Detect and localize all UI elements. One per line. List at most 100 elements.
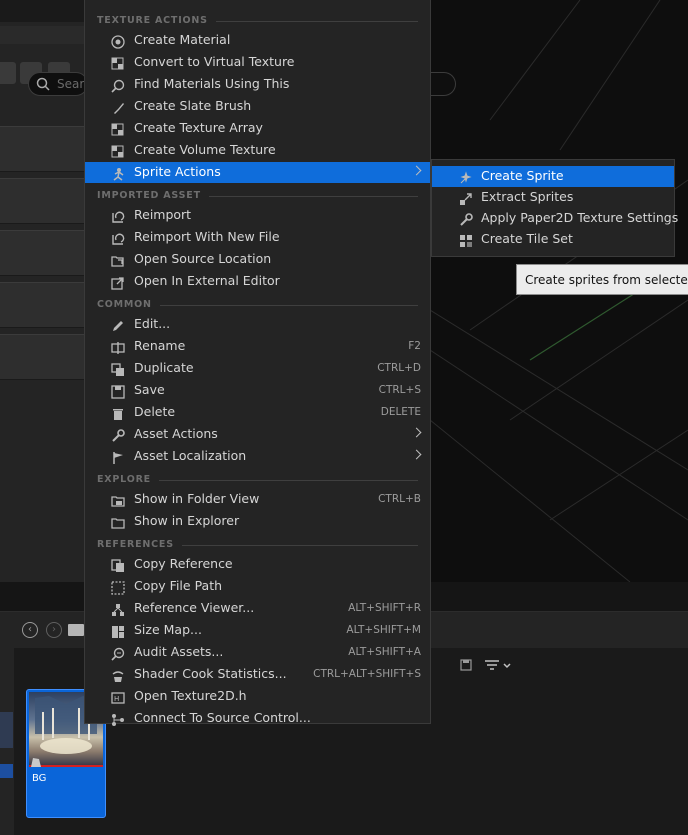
menu-item-label: Delete	[134, 404, 176, 419]
shader-icon	[111, 668, 125, 682]
section-divider	[160, 305, 418, 306]
menu-item-label: Duplicate	[134, 360, 194, 375]
menu-item-label: Sprite Actions	[134, 164, 221, 179]
menu-item-copy-reference[interactable]: Copy Reference	[85, 554, 430, 575]
section-divider	[182, 545, 418, 546]
menu-item-convert-to-virtual-texture[interactable]: Convert to Virtual Texture	[85, 52, 430, 73]
menu-item-label: Show in Explorer	[134, 513, 240, 528]
menu-item-find-materials-using-this[interactable]: Find Materials Using This	[85, 74, 430, 95]
menu-item-delete[interactable]: Delete DELETE	[85, 402, 430, 423]
menu-item-reimport[interactable]: Reimport	[85, 205, 430, 226]
extract-sprites-icon	[459, 191, 473, 205]
reference-viewer-icon	[111, 602, 125, 616]
menu-item-open-texture2d-h[interactable]: H Open Texture2D.h	[85, 686, 430, 707]
trash-icon	[111, 406, 125, 420]
checker-icon	[111, 122, 125, 136]
chevron-right-icon	[411, 449, 422, 460]
menu-item-label: Create Texture Array	[134, 120, 263, 135]
tooltip-text: Create sprites from selected te	[525, 273, 688, 287]
checker-icon	[111, 144, 125, 158]
menu-item-label: Open Texture2D.h	[134, 688, 247, 703]
menu-item-label: Size Map...	[134, 622, 202, 637]
explorer-icon	[111, 515, 125, 529]
reimport-icon	[111, 231, 125, 245]
menu-item-reference-viewer[interactable]: Reference Viewer... ALT+SHIFT+R	[85, 598, 430, 619]
menu-item-size-map[interactable]: Size Map... ALT+SHIFT+M	[85, 620, 430, 641]
menu-item-label: Show in Folder View	[134, 491, 260, 506]
asset-context-menu: TEXTURE ACTIONS Create Material Convert to…	[84, 0, 431, 726]
menu-item-open-source-location[interactable]: Open Source Location	[85, 249, 430, 270]
menu-item-create-slate-brush[interactable]: Create Slate Brush	[85, 96, 430, 117]
menu-item-reimport-with-new-file[interactable]: Reimport With New File	[85, 227, 430, 248]
folder-view-icon	[111, 493, 125, 507]
menu-item-label: Rename	[134, 338, 186, 353]
toolbar-button[interactable]	[0, 62, 16, 84]
source-control-icon	[111, 712, 125, 726]
menu-item-save[interactable]: Save CTRL+S	[85, 380, 430, 401]
sprite-icon	[111, 166, 125, 181]
folder-icon[interactable]	[68, 624, 84, 636]
menu-item-shader-cook-statistics[interactable]: Shader Cook Statistics... CTRL+ALT+SHIFT+…	[85, 664, 430, 685]
menu-item-rename[interactable]: Rename F2	[85, 336, 430, 357]
menu-item-create-volume-texture[interactable]: Create Volume Texture	[85, 140, 430, 161]
material-icon	[111, 34, 125, 49]
sources-selected-row[interactable]	[0, 712, 13, 748]
menu-item-label: Audit Assets...	[134, 644, 224, 659]
audit-icon	[111, 646, 125, 661]
menu-item-label: Connect To Source Control...	[134, 710, 311, 725]
reimport-icon	[111, 209, 125, 223]
menu-item-label: Edit...	[134, 316, 171, 331]
menu-item-edit[interactable]: Edit...	[85, 314, 430, 335]
pencil-icon	[111, 318, 125, 332]
menu-item-duplicate[interactable]: Duplicate CTRL+D	[85, 358, 430, 379]
folder-open-icon	[111, 253, 125, 267]
submenu-item-create-tile-set[interactable]: Create Tile Set	[432, 229, 674, 250]
menu-item-shortcut: DELETE	[380, 406, 421, 418]
submenu-item-label: Create Sprite	[481, 168, 564, 183]
menu-item-audit-assets[interactable]: Audit Assets... ALT+SHIFT+A	[85, 642, 430, 663]
section-header-explore: EXPLORE	[97, 474, 151, 485]
menu-item-sprite-actions[interactable]: Sprite Actions	[85, 162, 430, 183]
asset-name: BG	[32, 773, 47, 784]
section-divider	[159, 480, 418, 481]
back-arrow-icon[interactable]: ‹	[22, 622, 38, 638]
menu-item-label: Reimport	[134, 207, 192, 222]
menu-item-create-texture-array[interactable]: Create Texture Array	[85, 118, 430, 139]
header-file-icon: H	[111, 690, 125, 704]
menu-item-asset-actions[interactable]: Asset Actions	[85, 424, 430, 445]
wrench-icon	[111, 428, 125, 442]
search-input-end[interactable]	[430, 72, 456, 96]
details-panel-row	[0, 334, 86, 380]
menu-item-shortcut: ALT+SHIFT+A	[348, 646, 421, 658]
menu-item-shortcut: CTRL+B	[378, 493, 421, 505]
menu-item-label: Save	[134, 382, 165, 397]
section-header-imported-asset: IMPORTED ASSET	[97, 190, 201, 201]
submenu-item-apply-paper2d-texture-settings[interactable]: Apply Paper2D Texture Settings	[432, 208, 678, 229]
menu-item-open-in-external-editor[interactable]: Open In External Editor	[85, 271, 430, 292]
chevron-right-icon	[411, 427, 422, 438]
size-map-icon	[111, 624, 125, 638]
chevron-right-icon	[411, 165, 422, 176]
filter-icon[interactable]	[484, 659, 516, 673]
duplicate-icon	[111, 362, 125, 376]
menu-item-copy-file-path[interactable]: Copy File Path	[85, 576, 430, 597]
menu-item-label: Open In External Editor	[134, 273, 280, 288]
menu-item-shortcut: F2	[408, 340, 421, 352]
menu-item-asset-localization[interactable]: Asset Localization	[85, 446, 430, 467]
menu-item-label: Asset Actions	[134, 426, 218, 441]
submenu-item-create-sprite[interactable]: Create Sprite	[432, 166, 674, 187]
left-top-bar	[0, 0, 86, 22]
menu-item-connect-to-source-control[interactable]: Connect To Source Control...	[85, 708, 430, 729]
menu-item-show-in-folder-view[interactable]: Show in Folder View CTRL+B	[85, 489, 430, 510]
asset-search-input[interactable]: Sear	[28, 72, 88, 96]
submenu-item-extract-sprites[interactable]: Extract Sprites	[432, 187, 674, 208]
create-sprite-icon	[459, 170, 473, 184]
sources-selected-folder[interactable]	[0, 764, 13, 778]
forward-arrow-icon[interactable]: ›	[46, 622, 62, 638]
save-search-icon[interactable]	[460, 659, 472, 671]
menu-item-show-in-explorer[interactable]: Show in Explorer	[85, 511, 430, 532]
menu-item-shortcut: ALT+SHIFT+R	[348, 602, 421, 614]
magnifier-icon	[111, 78, 125, 93]
section-divider	[209, 196, 418, 197]
menu-item-create-material[interactable]: Create Material	[85, 30, 430, 51]
